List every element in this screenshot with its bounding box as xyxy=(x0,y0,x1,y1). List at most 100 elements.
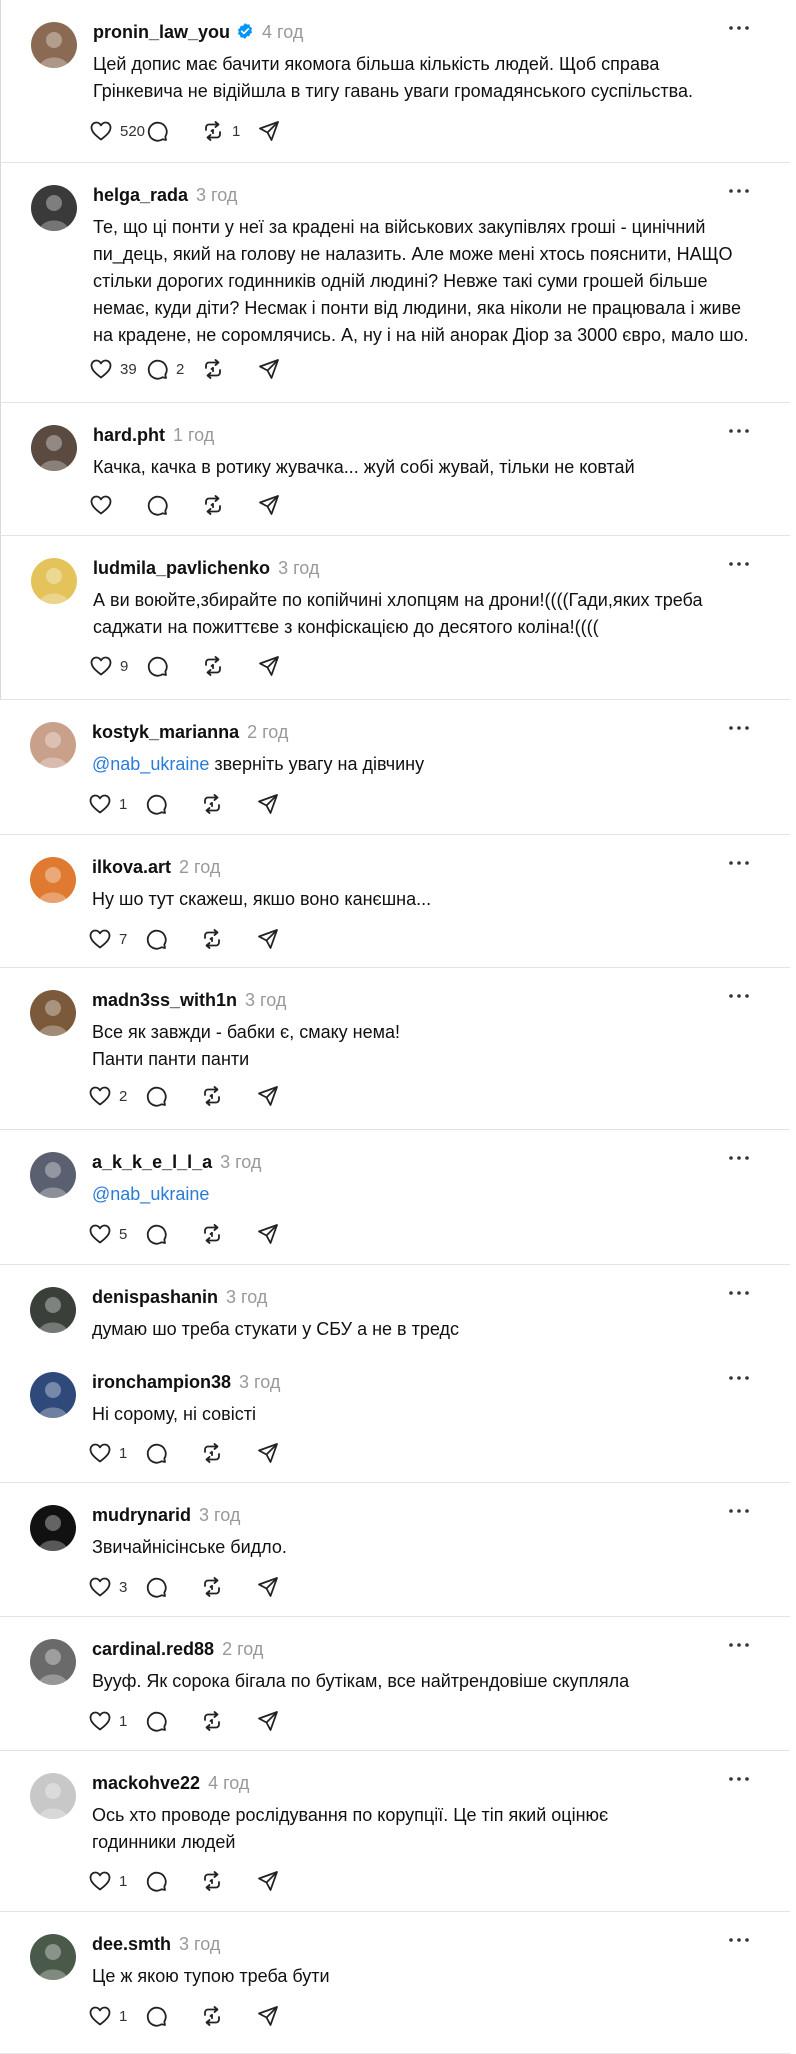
post[interactable]: helga_rada 3 год Те, що ці понти у неї за … xyxy=(0,163,790,403)
avatar[interactable] xyxy=(31,22,77,68)
reply-button[interactable] xyxy=(145,492,201,518)
avatar[interactable] xyxy=(30,1287,76,1333)
reply-button[interactable] xyxy=(144,1440,200,1466)
reply-button[interactable] xyxy=(144,1221,200,1247)
avatar[interactable] xyxy=(30,722,76,768)
username[interactable]: ironchampion38 xyxy=(92,1372,231,1392)
like-button[interactable]: 1 xyxy=(88,2003,144,2029)
repost-button[interactable] xyxy=(200,1221,256,1247)
repost-button[interactable] xyxy=(200,926,256,952)
repost-button[interactable] xyxy=(200,1574,256,1600)
avatar[interactable] xyxy=(31,558,77,604)
repost-button[interactable] xyxy=(201,492,257,518)
more-options-icon[interactable] xyxy=(726,1501,752,1521)
username[interactable]: a_k_k_e_l_l_a xyxy=(92,1152,212,1172)
reply-button[interactable]: 2 xyxy=(145,356,201,382)
more-options-icon[interactable] xyxy=(726,986,752,1006)
like-button[interactable]: 1 xyxy=(88,791,144,817)
post[interactable]: pronin_law_you 4 год Цей допис має бачити … xyxy=(0,0,790,163)
reply-button[interactable] xyxy=(144,791,200,817)
like-button[interactable]: 1 xyxy=(88,1868,144,1894)
username[interactable]: ilkova.art xyxy=(92,857,171,877)
like-button[interactable]: 39 xyxy=(89,356,145,382)
share-button[interactable] xyxy=(256,1221,312,1247)
username[interactable]: mudrynarid xyxy=(92,1505,191,1525)
share-button[interactable] xyxy=(257,492,313,518)
like-button[interactable]: 7 xyxy=(88,926,144,952)
avatar[interactable] xyxy=(30,990,76,1036)
like-button[interactable]: 9 xyxy=(89,653,145,679)
like-button[interactable] xyxy=(89,492,145,518)
repost-button[interactable] xyxy=(200,791,256,817)
more-options-icon[interactable] xyxy=(726,554,752,574)
username[interactable]: pronin_law_you xyxy=(93,22,230,42)
avatar[interactable] xyxy=(30,1372,76,1418)
like-button[interactable]: 520 xyxy=(89,118,145,144)
avatar[interactable] xyxy=(30,1639,76,1685)
like-button[interactable]: 3 xyxy=(88,1574,144,1600)
more-options-icon[interactable] xyxy=(726,1930,752,1950)
post[interactable]: ludmila_pavlichenko 3 год А ви воюйте,збир… xyxy=(0,536,790,700)
reply-button[interactable] xyxy=(144,1083,200,1109)
share-button[interactable] xyxy=(256,1708,312,1734)
username[interactable]: ludmila_pavlichenko xyxy=(93,558,270,578)
repost-button[interactable] xyxy=(200,1440,256,1466)
post[interactable]: hard.pht 1 год Качка, качка в ротику жувач… xyxy=(0,403,790,536)
username[interactable]: mackohve22 xyxy=(92,1773,200,1793)
username[interactable]: dee.smth xyxy=(92,1934,171,1954)
repost-button[interactable] xyxy=(200,2003,256,2029)
share-button[interactable] xyxy=(256,1083,312,1109)
username[interactable]: cardinal.red88 xyxy=(92,1639,214,1659)
more-options-icon[interactable] xyxy=(726,1635,752,1655)
username[interactable]: denispashanin xyxy=(92,1287,218,1307)
share-button[interactable] xyxy=(257,118,313,144)
share-button[interactable] xyxy=(256,791,312,817)
avatar[interactable] xyxy=(30,1152,76,1198)
post[interactable]: ironchampion38 3 год Ні сорому, ні совісті… xyxy=(0,1350,790,1483)
more-options-icon[interactable] xyxy=(726,1148,752,1168)
post[interactable]: mackohve22 4 год Ось хто проводе рослідува… xyxy=(0,1751,790,1912)
like-button[interactable]: 1 xyxy=(88,1708,144,1734)
username[interactable]: madn3ss_with1n xyxy=(92,990,237,1010)
avatar[interactable] xyxy=(30,857,76,903)
more-options-icon[interactable] xyxy=(726,18,752,38)
like-button[interactable]: 1 xyxy=(88,1440,144,1466)
post[interactable]: ilkova.art 2 год Ну шо тут скажеш, якшо во… xyxy=(0,835,790,968)
share-button[interactable] xyxy=(257,653,313,679)
reply-button[interactable] xyxy=(144,1574,200,1600)
username[interactable]: kostyk_marianna xyxy=(92,722,239,742)
share-button[interactable] xyxy=(256,1440,312,1466)
share-button[interactable] xyxy=(257,356,313,382)
more-options-icon[interactable] xyxy=(726,1769,752,1789)
avatar[interactable] xyxy=(30,1505,76,1551)
reply-button[interactable] xyxy=(145,118,201,144)
avatar[interactable] xyxy=(31,185,77,231)
avatar[interactable] xyxy=(30,1773,76,1819)
repost-button[interactable] xyxy=(200,1083,256,1109)
share-button[interactable] xyxy=(256,1868,312,1894)
share-button[interactable] xyxy=(256,1574,312,1600)
mention-link[interactable]: @nab_ukraine xyxy=(92,754,209,774)
mention-link[interactable]: @nab_ukraine xyxy=(92,1184,209,1204)
post[interactable]: denispashanin 3 год думаю шо треба стукати… xyxy=(0,1265,790,1350)
more-options-icon[interactable] xyxy=(726,421,752,441)
repost-button[interactable] xyxy=(201,653,257,679)
reply-button[interactable] xyxy=(144,2003,200,2029)
reply-button[interactable] xyxy=(145,653,201,679)
more-options-icon[interactable] xyxy=(726,718,752,738)
share-button[interactable] xyxy=(256,2003,312,2029)
like-button[interactable]: 2 xyxy=(88,1083,144,1109)
reply-button[interactable] xyxy=(144,926,200,952)
post[interactable]: dee.smth 3 год Це ж якою тупою треба бути 1 xyxy=(0,1912,790,2054)
share-button[interactable] xyxy=(256,926,312,952)
username[interactable]: helga_rada xyxy=(93,185,188,205)
post[interactable]: madn3ss_with1n 3 год Все як завжди - бабки… xyxy=(0,968,790,1130)
repost-button[interactable] xyxy=(200,1708,256,1734)
more-options-icon[interactable] xyxy=(726,853,752,873)
repost-button[interactable] xyxy=(201,356,257,382)
post[interactable]: mudrynarid 3 год Звичайнісінське бидло. 3 xyxy=(0,1483,790,1617)
post[interactable]: cardinal.red88 2 год Вууф. Як сорока бігал… xyxy=(0,1617,790,1751)
reply-button[interactable] xyxy=(144,1708,200,1734)
repost-button[interactable] xyxy=(200,1868,256,1894)
repost-button[interactable]: 1 xyxy=(201,118,257,144)
